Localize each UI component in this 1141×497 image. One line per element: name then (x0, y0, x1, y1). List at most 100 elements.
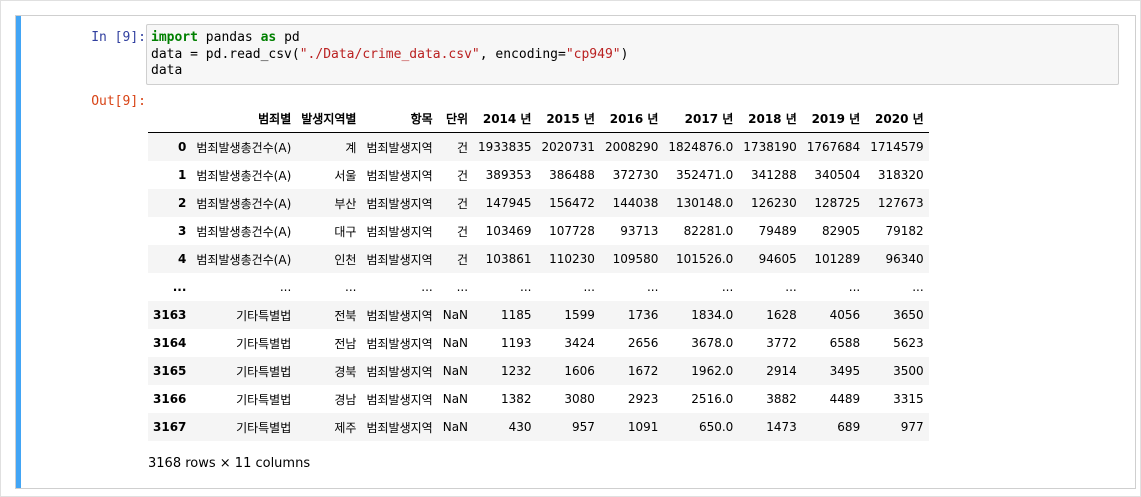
table-cell: NaN (442, 364, 469, 378)
table-cell: 범죄발생총건수(A) (196, 224, 292, 239)
table-cell: 101289 (814, 252, 861, 266)
code-line2-pre: data = pd.read_csv( (151, 46, 300, 62)
table-cell: 82281.0 (683, 224, 734, 238)
column-header: 범죄별 (191, 104, 297, 133)
table-cell: 341288 (750, 168, 797, 182)
table-cell: 4489 (829, 392, 861, 406)
table-cell: NaN (442, 420, 469, 434)
table-cell: 건 (456, 196, 469, 211)
table-cell: 144038 (612, 196, 659, 210)
table-cell: 범죄발생지역 (366, 364, 433, 379)
alias-name: pd (276, 30, 300, 45)
table-cell: 3678.0 (691, 336, 734, 350)
column-header: 단위 (437, 104, 474, 133)
table-cell: 기타특별법 (236, 308, 292, 323)
table-cell: 1738190 (743, 140, 797, 154)
row-index: ... (172, 280, 187, 294)
table-body: 0 범죄발생총건수(A) 계 범죄발생지역 건 1933835 2020731 2008290… (148, 132, 929, 441)
table-row: 3 범죄발생총건수(A) 대구 범죄발생지역 건 103469 107728 93713 822… (148, 217, 929, 245)
table-cell: 689 (837, 420, 861, 434)
table-cell: NaN (442, 308, 469, 322)
table-cell: 1382 (500, 392, 532, 406)
notebook-cell[interactable]: In [9]: import pandas as pd data = pd.re… (15, 15, 1136, 489)
table-cell: 범죄발생지역 (366, 392, 433, 407)
table-cell: 2516.0 (691, 392, 734, 406)
table-cell: 1091 (627, 420, 659, 434)
index-header (148, 104, 192, 133)
table-cell: 범죄발생지역 (366, 308, 433, 323)
table-cell: 기타특별법 (236, 336, 292, 351)
table-cell: 범죄발생총건수(A) (196, 196, 292, 211)
table-cell: 6588 (829, 336, 861, 350)
column-header: 2015 년 (536, 104, 600, 133)
table-cell: 부산 (334, 196, 357, 211)
table-cell: 340504 (814, 168, 861, 182)
table-cell: 범죄발생지역 (366, 336, 433, 351)
table-cell: 2656 (627, 336, 659, 350)
column-header: 2019 년 (801, 104, 866, 133)
keyword-as: as (260, 30, 277, 45)
column-header: 2020 년 (865, 104, 929, 133)
table-cell: 1232 (500, 364, 532, 378)
table-cell: 1736 (627, 308, 659, 322)
table-cell: 103469 (485, 224, 532, 238)
table-cell: ... (456, 280, 469, 294)
table-cell: 156472 (549, 196, 595, 210)
table-cell: 범죄발생총건수(A) (196, 252, 292, 267)
table-cell: 범죄발생지역 (366, 140, 433, 155)
table-cell: 범죄발생지역 (366, 252, 433, 267)
table-cell: ... (848, 280, 861, 294)
column-header: 2018 년 (738, 104, 802, 133)
code-path-string: "./Data/crime_data.csv" (299, 46, 480, 62)
dataframe-shape-summary: 3168 rows × 11 columns (148, 456, 311, 471)
keyword-import: import (151, 30, 198, 45)
table-cell: 352471.0 (676, 168, 734, 182)
table-cell: 103861 (485, 252, 532, 266)
table-cell: 430 (508, 420, 532, 434)
table-row: 3167 기타특별법 제주 범죄발생지역 NaN 430 957 1091 650.0 1473 6… (148, 413, 929, 441)
input-prompt: In [9]: (91, 30, 146, 45)
table-cell: ... (520, 280, 532, 294)
table-cell: 건 (456, 168, 469, 183)
table-cell: 대구 (334, 224, 357, 239)
table-cell: 147945 (485, 196, 532, 210)
table-cell: 3080 (564, 392, 595, 406)
table-cell: 96340 (885, 252, 924, 266)
table-cell: 2923 (627, 392, 659, 406)
table-cell: NaN (442, 392, 469, 406)
table-cell: 3315 (893, 392, 924, 406)
table-cell: 1628 (766, 308, 797, 322)
code-input[interactable]: import pandas as pd data = pd.read_csv("… (146, 24, 1119, 85)
table-cell: 3650 (893, 308, 924, 322)
table-cell: 건 (456, 140, 469, 155)
row-index: 3164 (153, 336, 187, 350)
table-cell: 1767684 (806, 140, 861, 154)
code-line3: data (151, 63, 183, 78)
table-row: 3164 기타특별법 전남 범죄발생지역 NaN 1193 3424 2656 3678.0 37… (148, 329, 929, 357)
module-name: pandas (197, 30, 261, 45)
row-index: 3163 (153, 308, 187, 322)
cell-selection-bar (16, 16, 21, 488)
table-cell: 범죄발생지역 (366, 196, 433, 211)
row-index: 3 (178, 224, 187, 238)
column-header: 2016 년 (599, 104, 664, 133)
table-cell: 기타특별법 (236, 420, 292, 435)
table-cell: 전북 (334, 308, 357, 323)
output-prompt: Out[9]: (91, 94, 146, 109)
row-index: 2 (178, 196, 187, 210)
table-cell: ... (912, 280, 924, 294)
row-index: 3166 (153, 392, 187, 406)
table-cell: 기타특별법 (236, 392, 292, 407)
table-cell: 2914 (766, 364, 797, 378)
code-encoding-string: "cp949" (565, 46, 621, 62)
table-cell: ... (785, 280, 797, 294)
table-row: 3163 기타특별법 전북 범죄발생지역 NaN 1185 1599 1736 1834.0 16… (148, 301, 929, 329)
table-cell: 79489 (758, 224, 797, 238)
table-cell: 79182 (885, 224, 924, 238)
code-line2-mid: , encoding= (479, 46, 566, 62)
table-cell: 4056 (829, 308, 861, 322)
table-cell: 318320 (877, 168, 924, 182)
table-cell: 82905 (822, 224, 861, 238)
table-row: 4 범죄발생총건수(A) 인천 범죄발생지역 건 103861 110230 109580 10… (148, 245, 929, 273)
table-cell: ... (421, 280, 433, 294)
